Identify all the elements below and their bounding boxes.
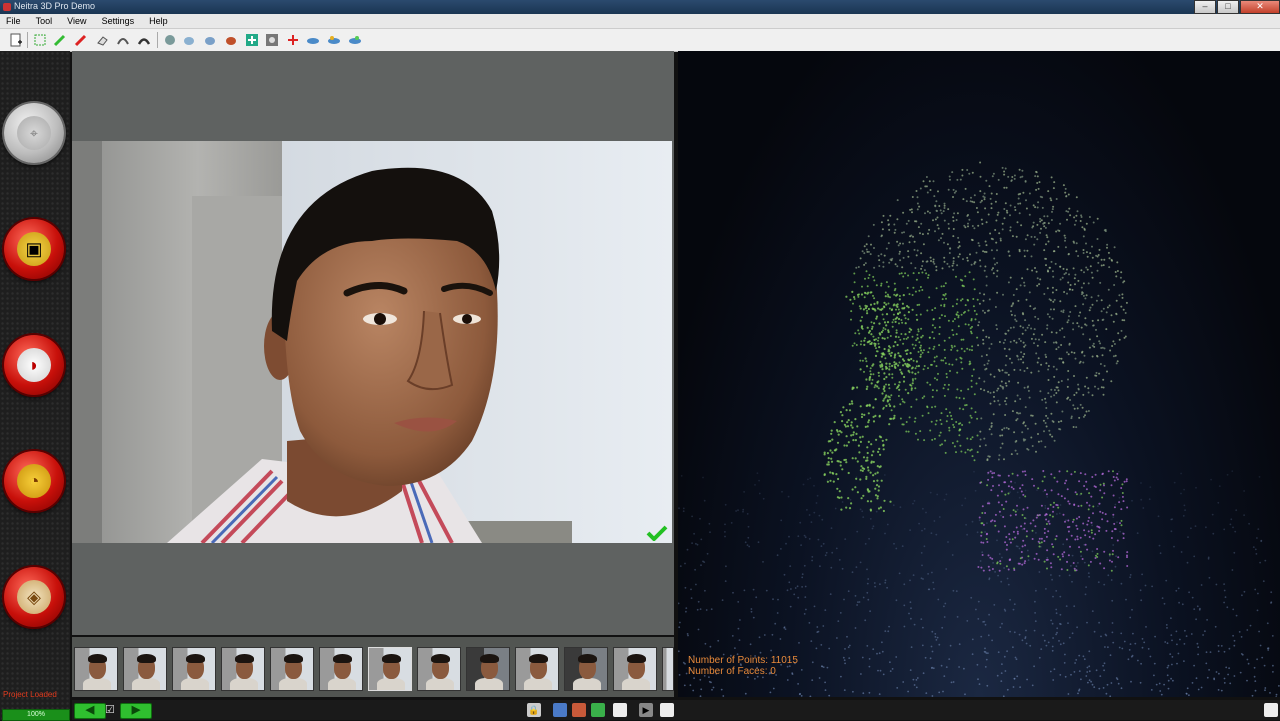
mask-orb-button[interactable]: ◗ [4,335,64,395]
toolbar [0,29,1280,52]
arc-icon[interactable] [115,32,131,48]
lock-icon[interactable]: 🔒 [527,703,541,717]
point-cloud-view[interactable]: Number of Points: 11015 Number of Faces:… [678,51,1280,697]
pen-green-icon[interactable] [52,32,68,48]
mesh-icon[interactable] [162,32,178,48]
thumbnail[interactable] [319,647,363,691]
new-project-icon[interactable] [8,32,24,48]
thumbnail[interactable] [613,647,657,691]
cube-orb-button[interactable]: ▣ [4,219,64,279]
fish-icon[interactable] [305,32,321,48]
fish2-icon[interactable] [326,32,342,48]
checkmark-icon [646,525,668,541]
cube-icon: ▣ [17,232,51,266]
app-icon [3,3,11,11]
pac-orb-button[interactable]: ◔ [4,451,64,511]
select-icon[interactable] [32,32,48,48]
add-icon[interactable] [244,32,260,48]
paint-icon[interactable] [591,703,605,717]
hand-tool-right-icon[interactable] [1264,703,1278,717]
bottom-bar: ◀ ☑ ▶ 🔒 ▶ [72,700,1280,720]
hand-icon[interactable] [181,32,197,48]
mask-icon: ◗ [17,348,51,382]
points-count: Number of Points: 11015 [688,655,798,666]
hand2-icon[interactable] [202,32,218,48]
camera-icon[interactable] [264,32,280,48]
thumbnail[interactable] [123,647,167,691]
progress-bar: 100% [2,709,70,721]
status-text: Project Loaded [3,690,57,699]
menu-file[interactable]: File [0,14,27,28]
next-button[interactable]: ▶ [120,703,152,719]
point-cloud-canvas[interactable] [678,51,1280,697]
menu-bar: File Tool View Settings Help [0,14,1280,29]
thumbnail[interactable] [172,647,216,691]
window-title: Neitra 3D Pro Demo [14,1,96,11]
faces-count: Number of Faces: 0 [688,666,776,677]
minimize-button[interactable]: – [1194,0,1216,14]
fish3-icon[interactable] [347,32,363,48]
prev-button[interactable]: ◀ [74,703,106,719]
image-panel [72,51,674,635]
thumbnail[interactable] [564,647,608,691]
point-info: Number of Points: 11015 Number of Faces:… [688,655,798,677]
arc2-icon[interactable] [136,32,152,48]
maximize-button[interactable]: □ [1217,0,1239,14]
source-photo[interactable] [72,141,672,543]
box-icon: ◈ [17,580,51,614]
pen-red-icon[interactable] [73,32,89,48]
menu-help[interactable]: Help [143,14,174,28]
box-orb-button[interactable]: ◈ [4,567,64,627]
thumbnail[interactable] [74,647,118,691]
title-bar: Neitra 3D Pro Demo – □ ✕ [0,0,1280,14]
pac-icon: ◔ [17,464,51,498]
thumbnail[interactable] [270,647,314,691]
render-icon[interactable] [572,703,586,717]
play-icon[interactable]: ▶ [639,703,653,717]
include-checkbox[interactable]: ☑ [105,703,115,716]
export-icon[interactable] [553,703,567,717]
sidebar: ⌖ ▣ ◗ ◔ ◈ [0,51,70,720]
eraser-icon[interactable] [94,32,110,48]
menu-settings[interactable]: Settings [96,14,141,28]
filmstrip [72,637,674,697]
cross-icon[interactable] [285,32,301,48]
bug-icon[interactable] [223,32,239,48]
thumbnail[interactable] [662,647,674,691]
mask-tool-icon[interactable] [613,703,627,717]
menu-tool[interactable]: Tool [30,14,59,28]
target-icon: ⌖ [17,116,51,150]
target-orb-button[interactable]: ⌖ [4,103,64,163]
thumbnail-selected[interactable] [368,647,412,691]
thumbnail[interactable] [417,647,461,691]
thumbnail[interactable] [466,647,510,691]
thumbnail[interactable] [515,647,559,691]
thumbnail[interactable] [221,647,265,691]
hand-tool-icon[interactable] [660,703,674,717]
close-button[interactable]: ✕ [1240,0,1280,14]
menu-view[interactable]: View [61,14,92,28]
